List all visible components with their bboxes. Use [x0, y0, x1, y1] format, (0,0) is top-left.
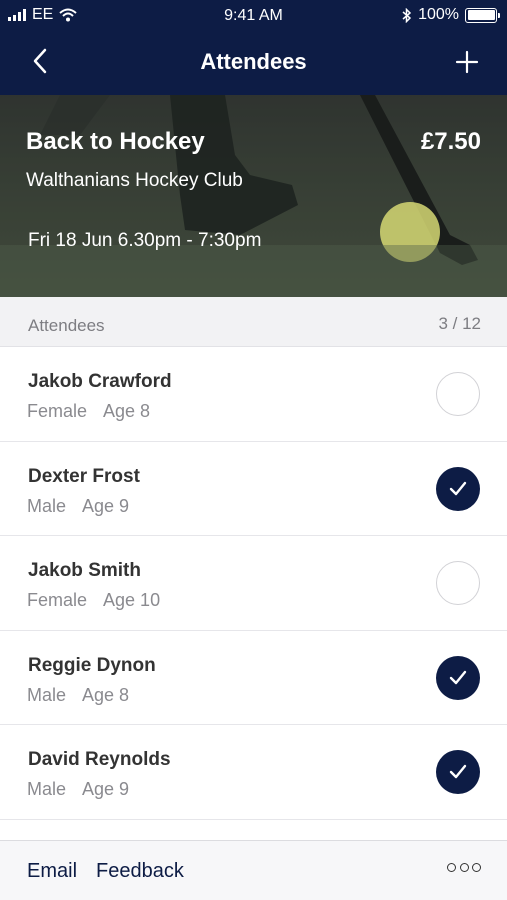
bottom-toolbar: Email Feedback — [0, 840, 507, 900]
attendee-gender: Male — [27, 779, 67, 799]
battery-icon — [465, 7, 500, 23]
bluetooth-icon — [402, 7, 412, 23]
attendee-age: Age 8 — [82, 684, 130, 705]
email-button[interactable]: Email — [27, 860, 77, 883]
attendee-meta: Male Age 9 — [27, 496, 129, 517]
attendance-checkbox[interactable] — [436, 561, 480, 605]
hockey-background-image — [0, 95, 507, 297]
list-item[interactable]: David Reynolds Male Age 9 — [0, 725, 507, 820]
event-title: Back to Hockey — [26, 128, 205, 155]
attendance-checkbox[interactable] — [436, 750, 480, 794]
attendee-gender: Male — [27, 684, 67, 705]
attendance-checkbox[interactable] — [436, 655, 480, 700]
more-dots-icon[interactable] — [447, 863, 481, 875]
section-label: Attendees — [28, 316, 105, 335]
attendee-name: Dexter Frost — [28, 465, 140, 487]
attendee-gender: Female — [27, 401, 88, 421]
attendee-age: Age 9 — [82, 779, 130, 799]
attendee-name: David Reynolds — [28, 749, 171, 770]
battery-percent: 100% — [418, 6, 459, 23]
event-club: Walthanians Hockey Club — [26, 170, 243, 191]
plus-icon[interactable] — [455, 50, 479, 74]
attendee-age: Age 8 — [103, 401, 151, 421]
event-datetime: Fri 18 Jun 6.30pm - 7:30pm — [28, 230, 262, 251]
event-price: £7.50 — [420, 128, 481, 155]
attendee-meta: Male Age 8 — [27, 685, 129, 706]
attendee-list: Jakob Crawford Female Age 8 Dexter Frost … — [0, 347, 507, 820]
attendees-section-header: Attendees 3 / 12 — [0, 297, 507, 347]
attendee-name: Jakob Crawford — [28, 371, 172, 392]
attendee-gender: Male — [27, 495, 67, 516]
attendee-meta: Female Age 10 — [27, 590, 160, 611]
attendee-age: Age 10 — [103, 590, 161, 610]
attendance-checkbox[interactable] — [436, 372, 480, 416]
checkmark-icon — [449, 481, 467, 495]
attendee-count: 3 / 12 — [438, 314, 481, 333]
attendee-gender: Female — [27, 590, 88, 610]
attendee-name: Jakob Smith — [28, 560, 141, 581]
event-banner: Back to Hockey £7.50 Walthanians Hockey … — [0, 95, 507, 297]
list-item[interactable]: Reggie Dynon Male Age 8 — [0, 631, 507, 725]
attendance-checkbox[interactable] — [436, 466, 480, 511]
top-bar: EE 9:41 AM 100% Attendees — [0, 0, 507, 95]
list-item[interactable]: Dexter Frost Male Age 9 — [0, 442, 507, 536]
list-item[interactable]: Jakob Smith Female Age 10 — [0, 536, 507, 631]
list-item[interactable]: Jakob Crawford Female Age 8 — [0, 347, 507, 442]
page-title: Attendees — [200, 49, 307, 74]
checkmark-icon — [449, 764, 467, 779]
status-right: 100% — [402, 6, 500, 24]
attendee-age: Age 9 — [82, 495, 130, 516]
feedback-button[interactable]: Feedback — [96, 860, 184, 883]
attendee-name: Reggie Dynon — [28, 654, 156, 676]
status-bar: EE 9:41 AM 100% — [0, 0, 507, 32]
checkmark-icon — [449, 670, 467, 684]
attendee-meta: Female Age 8 — [27, 401, 150, 422]
attendee-meta: Male Age 9 — [27, 779, 129, 800]
